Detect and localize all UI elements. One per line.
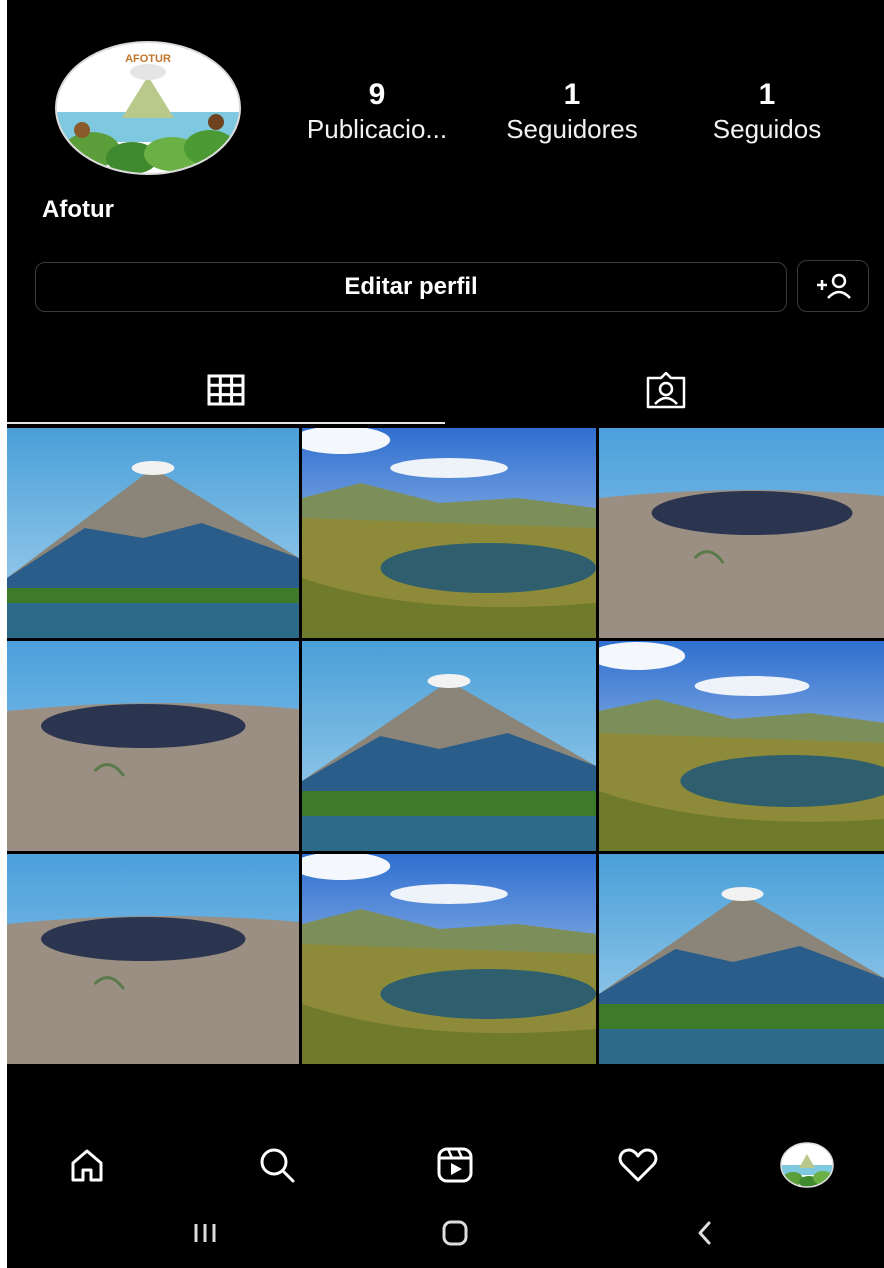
posts-count-label: Publicacio... <box>306 114 448 144</box>
posts-count-value: 9 <box>368 78 386 111</box>
followers-count-value: 1 <box>563 78 581 111</box>
system-back-button[interactable] <box>675 1208 735 1258</box>
nav-reels[interactable] <box>425 1130 485 1200</box>
recent-apps-icon <box>194 1224 216 1242</box>
posts-count[interactable]: 9 Publicacio... <box>277 78 477 146</box>
post-thumbnail[interactable] <box>7 428 299 638</box>
avatar-logo-text: AFOTUR <box>125 53 171 65</box>
following-count-label: Seguidos <box>712 114 822 144</box>
crater-photo <box>599 428 884 638</box>
volcano-photo <box>302 641 596 851</box>
post-thumbnail[interactable] <box>599 641 884 851</box>
tagged-icon <box>646 372 686 409</box>
discover-people-button[interactable] <box>797 260 869 312</box>
lagoon-photo <box>599 641 884 851</box>
system-home-button[interactable] <box>425 1208 485 1258</box>
lagoon-photo <box>302 428 596 638</box>
search-icon <box>260 1148 295 1183</box>
posts-grid <box>7 428 884 1064</box>
profile-avatar-small <box>780 1142 834 1188</box>
followers-count-label: Seguidores <box>506 114 638 144</box>
post-thumbnail[interactable] <box>7 641 299 851</box>
home-icon <box>71 1149 103 1182</box>
volcano-photo <box>7 428 299 638</box>
add-person-icon <box>817 273 851 299</box>
profile-username: Afotur <box>42 196 114 223</box>
nav-profile[interactable] <box>777 1130 837 1200</box>
nav-home[interactable] <box>57 1130 117 1200</box>
edit-profile-button[interactable]: Editar perfil <box>35 262 787 312</box>
system-navigation-bar <box>7 1208 884 1258</box>
bottom-navigation <box>7 1130 884 1200</box>
grid-icon <box>207 374 245 406</box>
post-thumbnail[interactable] <box>599 428 884 638</box>
lagoon-photo <box>302 854 596 1064</box>
nav-activity[interactable] <box>608 1130 668 1200</box>
post-thumbnail[interactable] <box>599 854 884 1064</box>
home-button-icon <box>442 1220 468 1246</box>
followers-count[interactable]: 1 Seguidores <box>477 78 667 146</box>
back-icon <box>698 1221 711 1245</box>
tab-posts-grid[interactable] <box>7 358 445 424</box>
nav-search[interactable] <box>247 1130 307 1200</box>
tab-tagged[interactable] <box>447 358 884 424</box>
post-thumbnail[interactable] <box>302 854 596 1064</box>
profile-avatar[interactable]: AFOTUR <box>52 40 244 178</box>
crater-photo <box>7 641 299 851</box>
volcano-photo <box>599 854 884 1064</box>
post-thumbnail[interactable] <box>302 641 596 851</box>
post-thumbnail[interactable] <box>7 854 299 1064</box>
profile-screen: AFOTUR 9 Publicacio... 1 Seguidores 1 Se… <box>7 0 884 1268</box>
recent-apps-button[interactable] <box>175 1208 235 1258</box>
following-count[interactable]: 1 Seguidos <box>687 78 847 146</box>
following-count-value: 1 <box>758 78 776 111</box>
post-thumbnail[interactable] <box>302 428 596 638</box>
heart-icon <box>618 1148 658 1182</box>
crater-photo <box>7 854 299 1064</box>
reels-icon <box>437 1147 473 1183</box>
